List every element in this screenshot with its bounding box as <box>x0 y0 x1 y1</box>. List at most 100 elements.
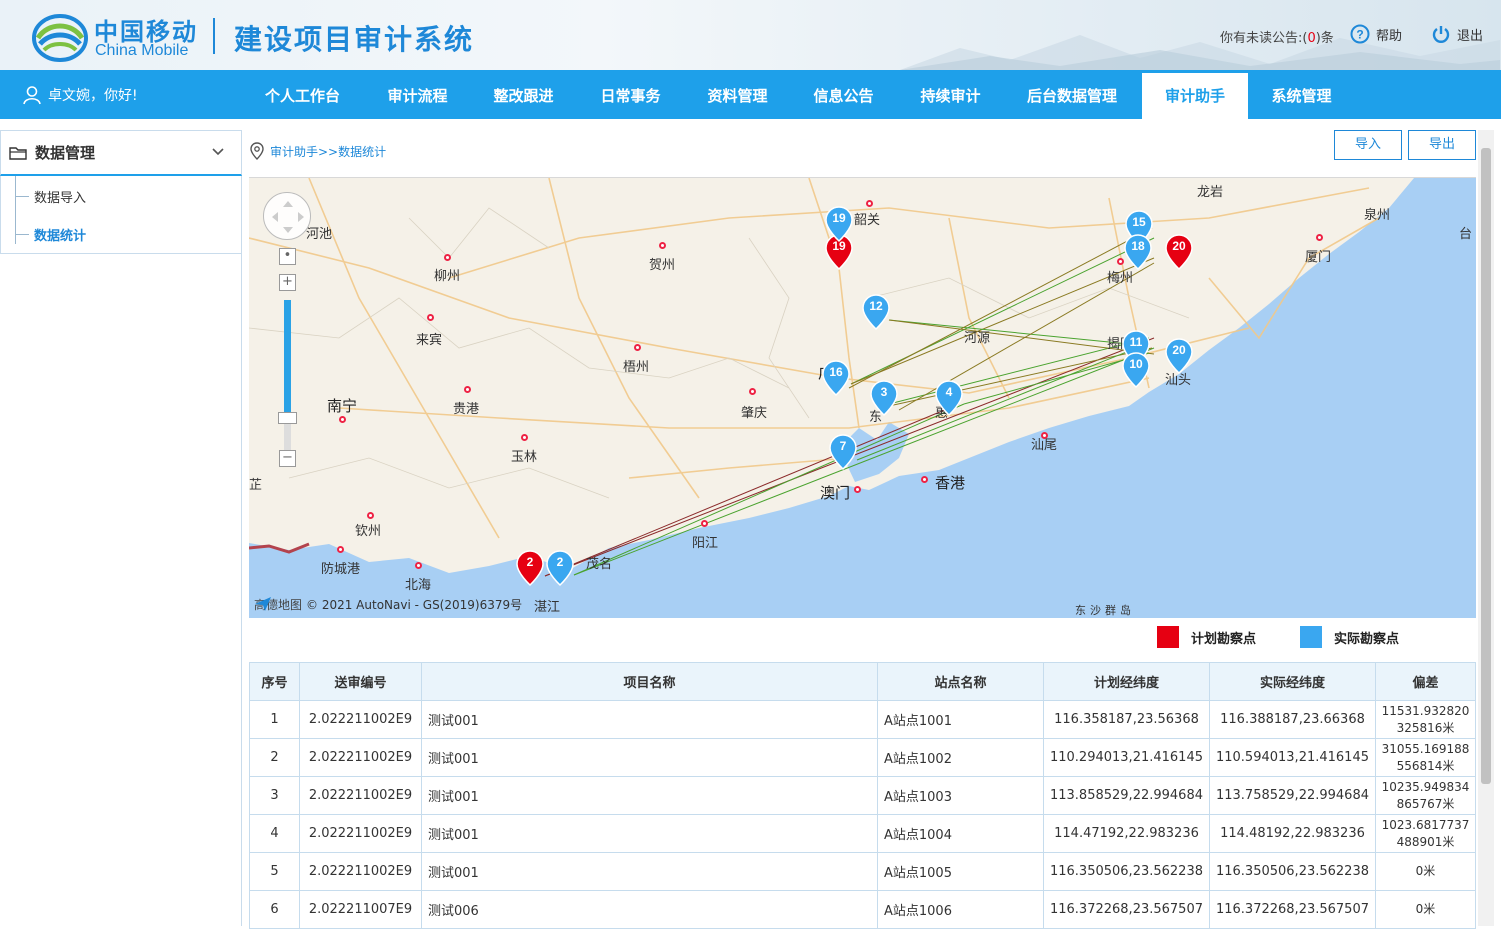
cell-planned-coords: 113.858529,22.994684 <box>1043 776 1210 815</box>
cell-index: 4 <box>249 814 300 853</box>
city-label-nanning: 南宁 <box>327 397 358 415</box>
map-copyright: 高德地图 © 2021 AutoNavi - GS(2019)6379号 <box>254 597 523 612</box>
breadcrumb-text[interactable]: 审计助手>>数据统计 <box>270 143 386 160</box>
locate-button[interactable]: • <box>279 248 296 265</box>
nav-item-daily-affairs[interactable]: 日常事务 <box>577 70 684 119</box>
actual-point-marker[interactable]: 2 <box>546 550 574 586</box>
zoom-out-button[interactable]: − <box>279 450 296 467</box>
city-dot <box>337 546 344 553</box>
sidebar-list: 数据导入 数据统计 <box>0 176 242 254</box>
nav-item-system-management[interactable]: 系统管理 <box>1248 70 1355 119</box>
city-label-shaoguan: 韶关 <box>854 213 881 228</box>
actual-point-marker[interactable]: 18 <box>1124 234 1152 270</box>
sidebar-section-header[interactable]: 数据管理 <box>0 130 242 176</box>
actual-point-marker[interactable]: 19 <box>825 206 853 242</box>
legend-planned-swatch <box>1157 626 1179 648</box>
nav-item-continuous-audit[interactable]: 持续审计 <box>897 70 1004 119</box>
map-base <box>249 178 1476 618</box>
legend-planned: 计划勘察点 <box>1157 626 1256 648</box>
nav-item-backend-data[interactable]: 后台数据管理 <box>1012 70 1132 119</box>
city-dot <box>415 562 422 569</box>
logout-label: 退出 <box>1457 28 1484 44</box>
city-dot <box>659 242 666 249</box>
logout-link[interactable]: 退出 <box>1431 24 1483 44</box>
planned-point-marker[interactable]: 20 <box>1165 234 1193 270</box>
actual-point-marker[interactable]: 16 <box>822 360 850 396</box>
cell-actual-coords: 116.350506,23.562238 <box>1209 852 1376 891</box>
page-scrollbar[interactable] <box>1478 130 1494 926</box>
marker-label: 16 <box>829 365 843 379</box>
zoom-slider-handle[interactable] <box>278 412 297 424</box>
table-row[interactable]: 3 2.022211002E9 测试001 A站点1003 113.858529,22.… <box>249 776 1476 815</box>
actual-point-marker[interactable]: 3 <box>870 380 898 416</box>
cell-planned-coords: 114.47192,22.983236 <box>1043 814 1210 853</box>
city-label-beihai: 北海 <box>405 578 432 593</box>
col-header-site-name: 站点名称 <box>877 662 1044 701</box>
marker-label: 20 <box>1172 239 1186 253</box>
scrollbar-thumb[interactable] <box>1481 148 1491 784</box>
nav-item-documents[interactable]: 资料管理 <box>684 70 791 119</box>
amap-logo-icon <box>255 597 271 611</box>
sidebar: 数据管理 数据导入 数据统计 <box>0 130 242 926</box>
table-row[interactable]: 6 2.022211007E9 测试006 A站点1006 116.372268,23.… <box>249 890 1476 929</box>
table-row[interactable]: 2 2.022211002E9 测试001 A站点1002 110.294013,21.… <box>249 738 1476 777</box>
actual-point-marker[interactable]: 7 <box>829 434 857 470</box>
pan-arrows-icon <box>272 201 304 233</box>
actual-point-marker[interactable]: 12 <box>862 294 890 330</box>
city-label-zhi: 芷 <box>249 478 263 493</box>
city-dot <box>444 254 451 261</box>
planned-point-marker[interactable]: 2 <box>516 550 544 586</box>
sidebar-item-data-import[interactable]: 数据导入 <box>15 187 86 206</box>
cell-actual-coords: 116.372268,23.567507 <box>1209 890 1376 929</box>
table-row[interactable]: 5 2.022211002E9 测试001 A站点1005 116.350506,23.… <box>249 852 1476 891</box>
actual-point-marker[interactable]: 20 <box>1165 338 1193 374</box>
nav-item-audit-assistant[interactable]: 审计助手 <box>1142 73 1248 119</box>
export-button[interactable]: 导出 <box>1408 130 1476 160</box>
islands-label: 东沙群岛 <box>1075 604 1135 617</box>
city-label-xiamen: 厦门 <box>1305 250 1332 265</box>
city-dot <box>339 416 346 423</box>
map-view[interactable]: 韶关 贺州 柳州 来宾 梧州 河池 南宁 贵港 玉林 肇庆 广州 河源 梅州 龙… <box>249 177 1476 618</box>
cell-actual-coords: 116.388187,23.66368 <box>1209 700 1376 739</box>
city-label-qinzhou: 钦州 <box>355 524 382 539</box>
unread-count: 0 <box>1307 31 1316 46</box>
nav-item-announcements[interactable]: 信息公告 <box>790 70 897 119</box>
city-label-fangchenggang: 防城港 <box>321 562 361 577</box>
table-row[interactable]: 1 2.022211002E9 测试001 A站点1001 116.358187,23.… <box>249 700 1476 739</box>
marker-label: 2 <box>556 555 564 569</box>
nav-item-workbench[interactable]: 个人工作台 <box>249 70 356 119</box>
actual-point-marker[interactable]: 4 <box>935 380 963 416</box>
help-link[interactable]: ? 帮助 <box>1350 24 1402 44</box>
logo-divider <box>213 18 215 54</box>
actual-point-marker[interactable]: 10 <box>1122 352 1150 388</box>
city-label-yulin: 玉林 <box>511 450 538 465</box>
unread-notice[interactable]: 你有未读公告:(0)条 <box>1220 27 1334 46</box>
cell-project-name: 测试006 <box>421 890 878 929</box>
nav-item-audit-flow[interactable]: 审计流程 <box>364 70 471 119</box>
cell-planned-coords: 116.350506,23.562238 <box>1043 852 1210 891</box>
zoom-in-button[interactable]: + <box>279 274 296 291</box>
city-label-longyan: 龙岩 <box>1197 185 1224 200</box>
zoom-control: • + − <box>263 192 313 472</box>
cell-deviation: 10235.949834865767米 <box>1375 776 1476 815</box>
pan-control[interactable] <box>263 192 311 240</box>
cell-deviation: 0米 <box>1375 890 1476 929</box>
cell-actual-coords: 113.758529,22.994684 <box>1209 776 1376 815</box>
city-dot <box>464 386 471 393</box>
location-pin-icon <box>250 142 264 160</box>
cell-actual-coords: 110.594013,21.416145 <box>1209 738 1376 777</box>
cell-deviation: 11531.932820325816米 <box>1375 700 1476 739</box>
city-label-tai: 台 <box>1459 227 1473 242</box>
import-button[interactable]: 导入 <box>1334 130 1402 160</box>
zoom-slider-track[interactable] <box>284 300 291 420</box>
city-label-macau: 澳门 <box>820 484 851 502</box>
city-dot <box>854 486 861 493</box>
data-table: 序号 送审编号 项目名称 站点名称 计划经纬度 实际经纬度 偏差 1 2.0222… <box>249 662 1476 929</box>
cell-submission-no: 2.022211002E9 <box>299 700 422 739</box>
city-label-zhanjiang: 湛江 <box>534 600 561 615</box>
city-label-wuzhou: 梧州 <box>623 360 650 375</box>
table-row[interactable]: 4 2.022211002E9 测试001 A站点1004 114.47192,22.9… <box>249 814 1476 853</box>
sidebar-item-data-statistics[interactable]: 数据统计 <box>15 225 86 244</box>
nav-item-rectification[interactable]: 整改跟进 <box>470 70 577 119</box>
city-label-quanzhou: 泉州 <box>1364 208 1391 223</box>
